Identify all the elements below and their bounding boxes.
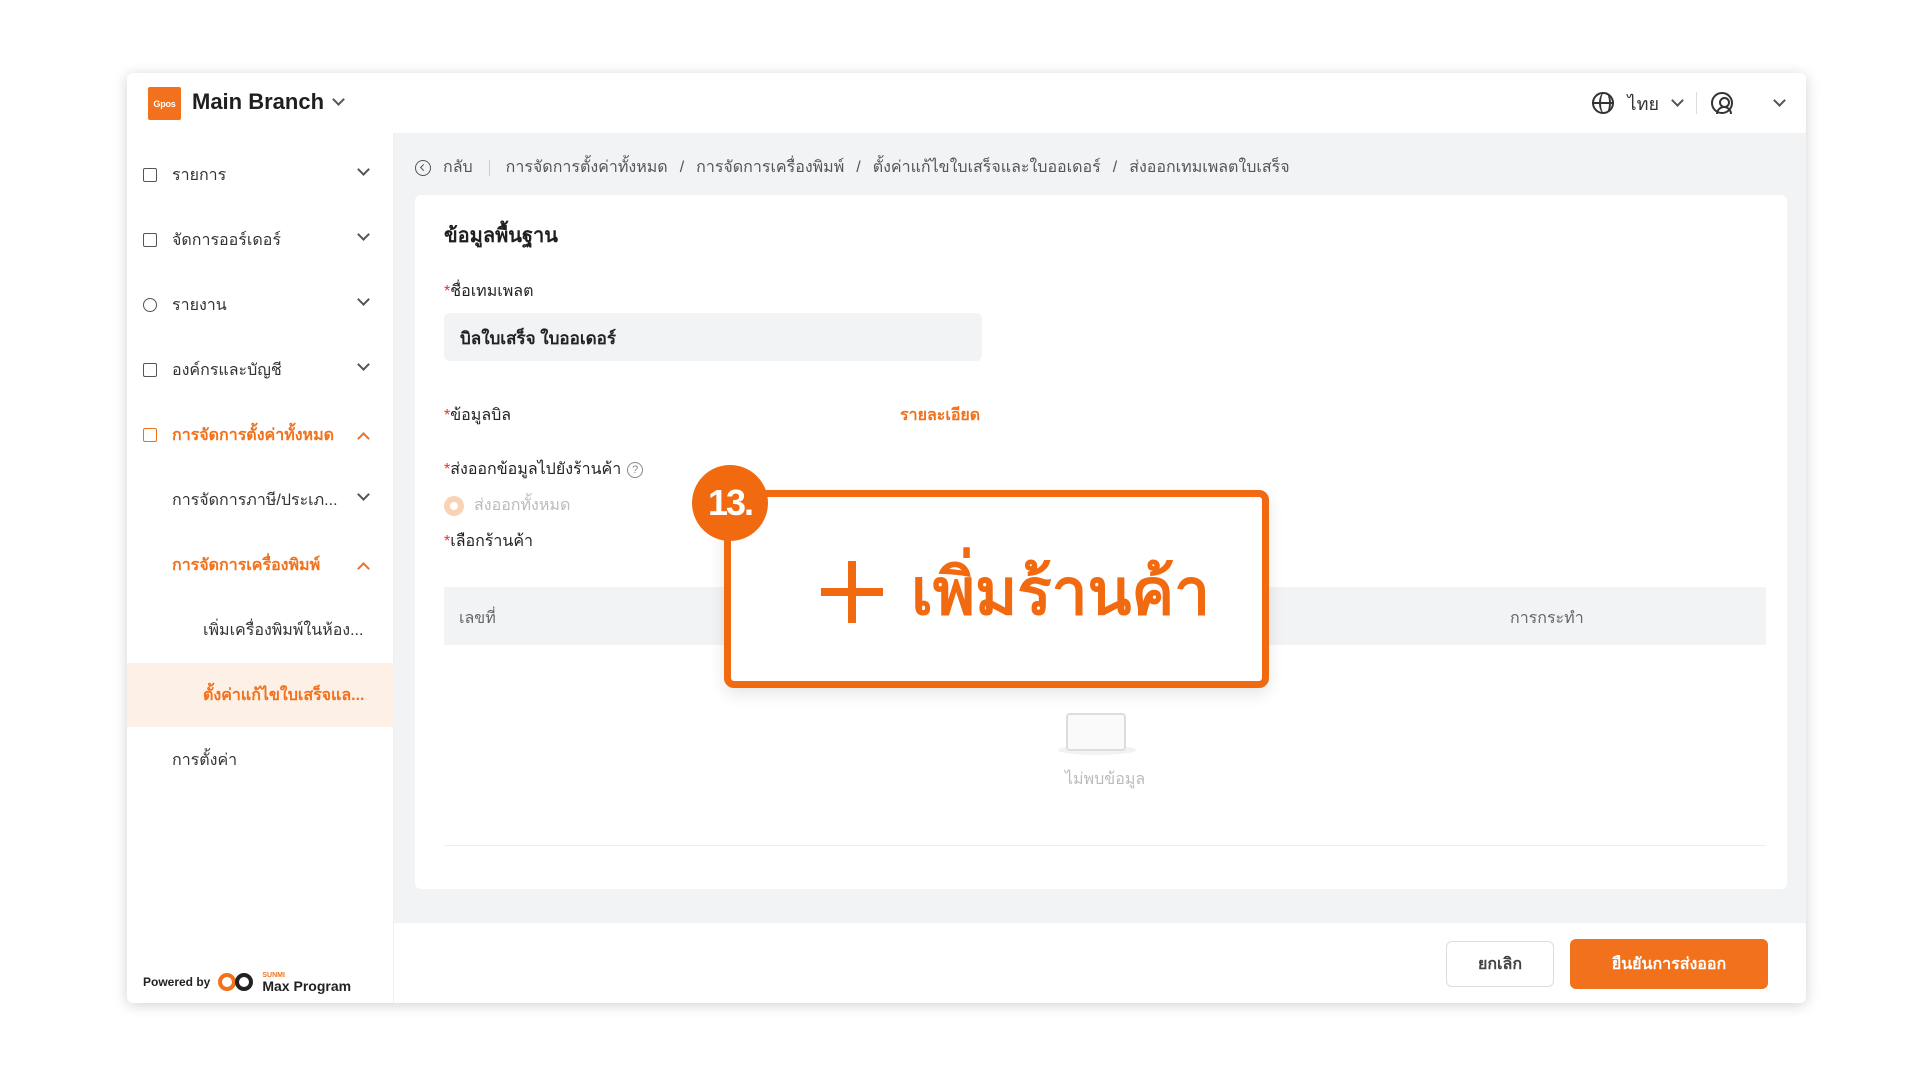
detail-link[interactable]: รายละเอียด bbox=[900, 403, 980, 428]
max-program-logo: SUNMI Max Program bbox=[218, 971, 351, 993]
add-store-button[interactable]: เพิ่มร้านค้า bbox=[821, 541, 1210, 643]
globe-icon[interactable] bbox=[1591, 92, 1614, 114]
header-divider bbox=[1696, 92, 1697, 114]
sidebar-item-label: การจัดการเครื่องพิมพ์ bbox=[172, 556, 321, 574]
breadcrumb-item[interactable]: การจัดการตั้งค่าทั้งหมด bbox=[506, 155, 668, 180]
sidebar-item-printer-management[interactable]: การจัดการเครื่องพิมพ์ bbox=[127, 533, 394, 597]
sidebar-item-general-settings[interactable]: การตั้งค่า bbox=[127, 728, 394, 792]
radio-icon bbox=[444, 495, 464, 516]
breadcrumb-item[interactable]: การจัดการเครื่องพิมพ์ bbox=[696, 155, 844, 180]
back-icon[interactable] bbox=[415, 159, 431, 176]
sidebar-item-label: ตั้งค่าแก้ไขใบเสร็จแล... bbox=[203, 686, 365, 704]
chevron-down-icon bbox=[357, 358, 370, 371]
sidebar: รายการ จัดการออร์เดอร์ รายงาน องค์กรและบ… bbox=[127, 133, 394, 1003]
sidebar-item-label: รายการ bbox=[172, 166, 227, 184]
chevron-down-icon bbox=[332, 93, 345, 106]
breadcrumb-separator: / bbox=[679, 158, 685, 176]
sidebar-item-settings-management[interactable]: การจัดการตั้งค่าทั้งหมด bbox=[127, 403, 394, 467]
header-actions: ไทย bbox=[1591, 87, 1786, 119]
sidebar-item-label: รายงาน bbox=[172, 296, 227, 314]
chevron-up-icon bbox=[357, 562, 370, 575]
user-icon[interactable] bbox=[1711, 92, 1733, 114]
add-store-label: เพิ่มร้านค้า bbox=[911, 556, 1211, 628]
column-action: การกระทำ bbox=[1510, 610, 1584, 627]
sidebar-item-label: การตั้งค่า bbox=[172, 751, 238, 769]
radio-label: ส่งออกทั้งหมด bbox=[474, 497, 571, 514]
chevron-down-icon bbox=[357, 488, 370, 501]
divider bbox=[444, 845, 1766, 846]
sidebar-item-orders[interactable]: จัดการออร์เดอร์ bbox=[127, 208, 394, 272]
sidebar-item-list[interactable]: รายการ bbox=[127, 143, 394, 207]
clipboard-icon bbox=[143, 233, 157, 247]
template-name-input[interactable]: บิลใบเสร็จ ใบออเดอร์ bbox=[444, 313, 982, 361]
label-text: ข้อมูลบิล bbox=[450, 407, 512, 424]
powered-by: Powered by SUNMI Max Program bbox=[143, 971, 351, 993]
back-link[interactable]: กลับ bbox=[443, 155, 473, 180]
template-name-label: *ชื่อเทมเพลต bbox=[444, 279, 533, 304]
branch-name: Main Branch bbox=[192, 89, 325, 114]
sidebar-item-label: จัดการออร์เดอร์ bbox=[172, 231, 281, 249]
chevron-up-icon bbox=[357, 432, 370, 445]
breadcrumb-divider bbox=[488, 159, 490, 176]
sidebar-item-reports[interactable]: รายงาน bbox=[127, 273, 394, 337]
help-icon[interactable]: ? bbox=[627, 461, 644, 478]
chevron-down-icon bbox=[357, 293, 370, 306]
cancel-button[interactable]: ยกเลิก bbox=[1446, 941, 1554, 987]
sidebar-item-receipt-settings[interactable]: ตั้งค่าแก้ไขใบเสร็จแล... bbox=[127, 663, 394, 727]
select-store-label: *เลือกร้านค้า bbox=[444, 529, 533, 554]
top-header: Gpos Main Branch ไทย bbox=[127, 73, 1806, 133]
export-all-radio[interactable]: ส่งออกทั้งหมด bbox=[444, 493, 570, 518]
powered-by-label: Powered by bbox=[143, 975, 211, 989]
gpos-logo: Gpos bbox=[148, 87, 181, 120]
max-program-mark bbox=[218, 971, 258, 993]
brand-name: Max Program bbox=[262, 977, 352, 994]
sidebar-item-label: การจัดการภาษี/ประเภ... bbox=[172, 491, 338, 509]
branch-selector[interactable]: Main Branch bbox=[192, 89, 345, 115]
breadcrumb-current: ส่งออกเทมเพลตใบเสร็จ bbox=[1129, 159, 1290, 176]
plus-icon bbox=[821, 561, 883, 623]
chevron-down-icon[interactable] bbox=[1671, 94, 1684, 107]
add-store-callout[interactable]: เพิ่มร้านค้า bbox=[724, 490, 1269, 688]
label-text: ส่งออกข้อมูลไปยังร้านค้า bbox=[450, 461, 622, 478]
confirm-export-button[interactable]: ยืนยันการส่งออก bbox=[1570, 939, 1768, 989]
settings-board-icon bbox=[143, 428, 157, 442]
sidebar-item-label: การจัดการตั้งค่าทั้งหมด bbox=[172, 426, 335, 444]
clock-icon bbox=[143, 298, 157, 312]
chevron-down-icon[interactable] bbox=[1773, 94, 1786, 107]
breadcrumb-separator: / bbox=[856, 158, 861, 176]
column-number: เลขที่ bbox=[459, 610, 496, 627]
sidebar-item-organization[interactable]: องค์กรและบัญชี bbox=[127, 338, 394, 402]
breadcrumb-item[interactable]: ตั้งค่าแก้ไขใบเสร็จและใบออเดอร์ bbox=[873, 155, 1101, 180]
section-title: ข้อมูลพื้นฐาน bbox=[444, 225, 558, 247]
language-label[interactable]: ไทย bbox=[1628, 89, 1659, 118]
action-bar: ยกเลิก ยืนยันการส่งออก bbox=[394, 923, 1806, 1003]
chevron-down-icon bbox=[357, 228, 370, 241]
sidebar-item-label: องค์กรและบัญชี bbox=[172, 361, 282, 379]
export-to-store-label: *ส่งออกข้อมูลไปยังร้านค้า? bbox=[444, 457, 644, 482]
label-text: เลือกร้านค้า bbox=[450, 533, 534, 550]
people-icon bbox=[143, 363, 157, 377]
label-text: ชื่อเทมเพลต bbox=[450, 283, 534, 300]
breadcrumb: กลับ การจัดการตั้งค่าทั้งหมด / การจัดการ… bbox=[415, 155, 1290, 180]
chevron-down-icon bbox=[357, 163, 370, 176]
empty-inbox-icon bbox=[1058, 703, 1136, 755]
bill-info-label: *ข้อมูลบิล bbox=[444, 403, 511, 428]
breadcrumb-separator: / bbox=[1112, 158, 1118, 176]
list-icon bbox=[143, 168, 157, 182]
sidebar-item-add-printer[interactable]: เพิ่มเครื่องพิมพ์ในห้อง... bbox=[127, 598, 394, 662]
empty-state-text: ไม่พบข้อมูล bbox=[1065, 771, 1146, 788]
sidebar-item-tax[interactable]: การจัดการภาษี/ประเภ... bbox=[127, 468, 394, 532]
step-badge: 13. bbox=[692, 465, 768, 541]
sidebar-item-label: เพิ่มเครื่องพิมพ์ในห้อง... bbox=[203, 621, 364, 639]
